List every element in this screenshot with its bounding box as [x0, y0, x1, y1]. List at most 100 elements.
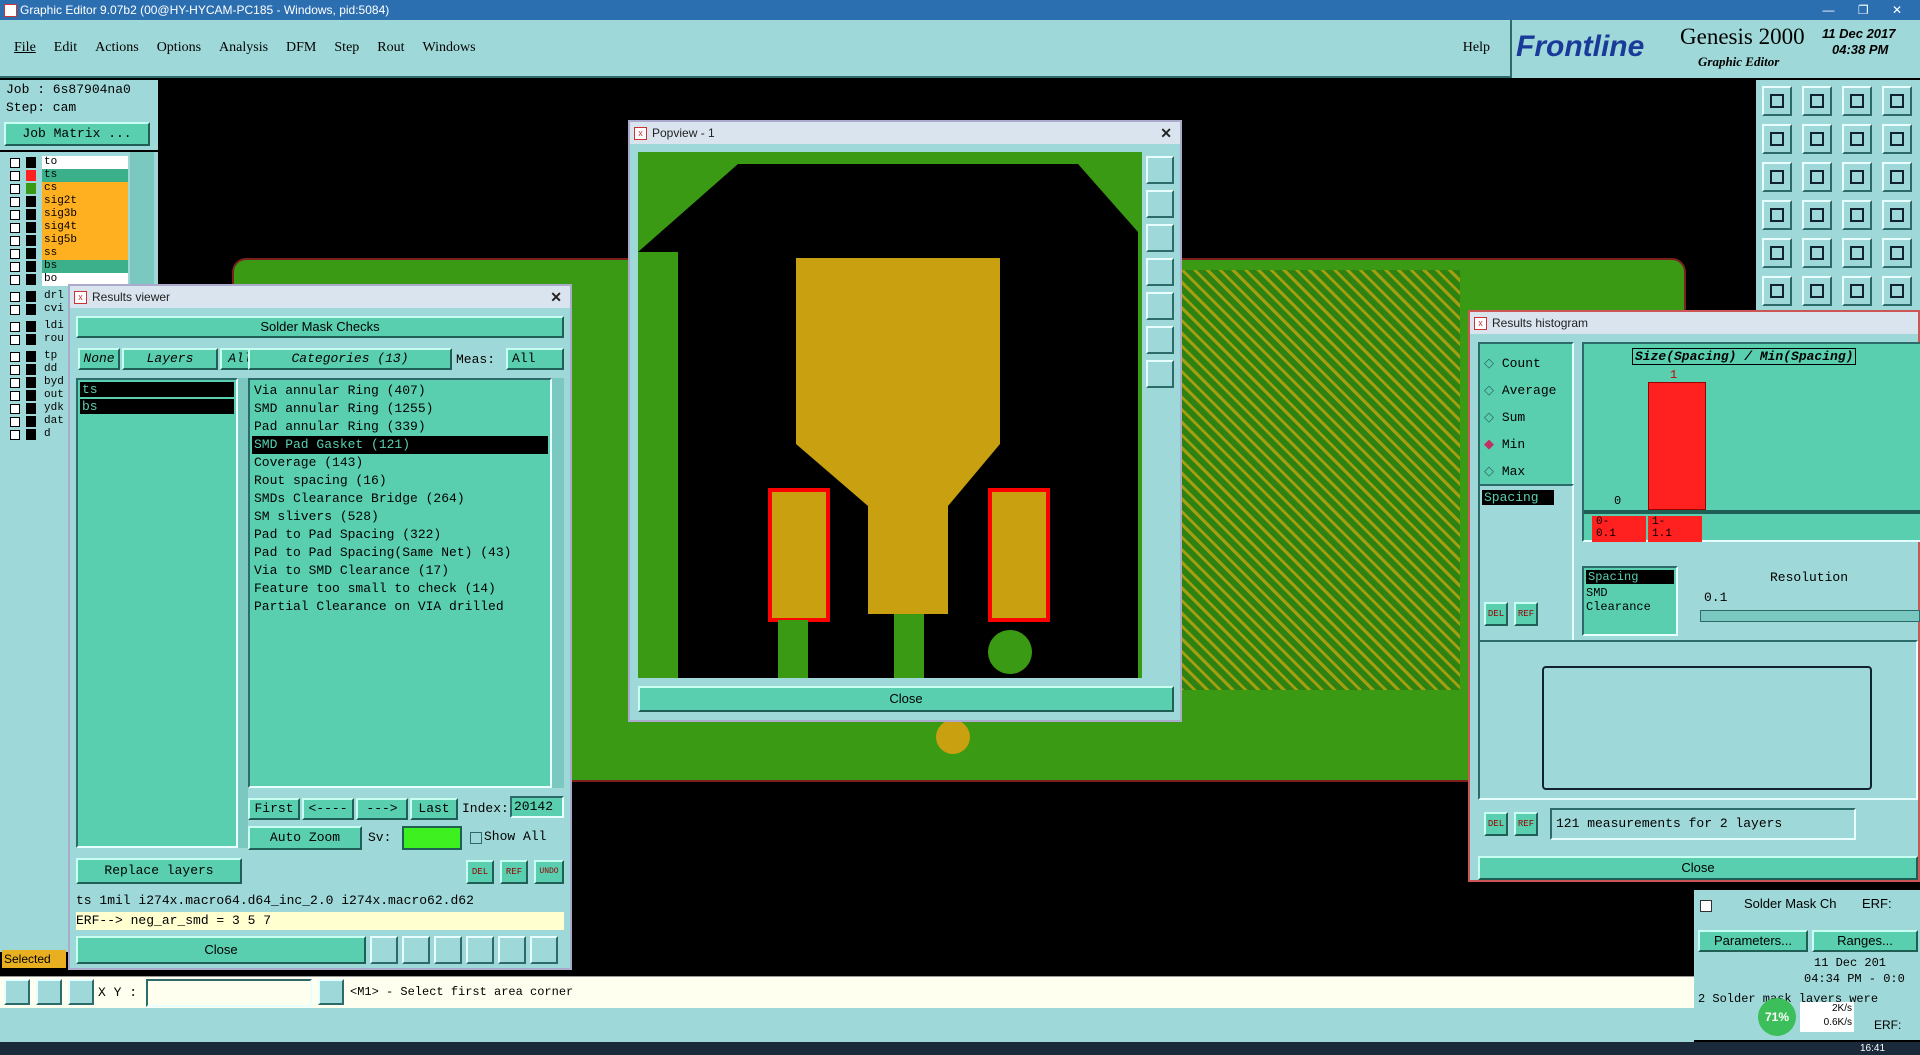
category-item[interactable]: Pad annular Ring (339) — [252, 418, 548, 436]
popview-close-icon[interactable]: ✕ — [1160, 122, 1172, 144]
tool-button-icon[interactable] — [1842, 124, 1872, 154]
categories-button[interactable]: Categories (13) — [248, 348, 452, 370]
xy-input[interactable] — [146, 979, 312, 1007]
type-clearance[interactable]: Clearance — [1584, 600, 1676, 614]
category-item[interactable]: Rout spacing (16) — [252, 472, 548, 490]
index-field[interactable]: 20142 — [510, 796, 564, 818]
layer-checkbox[interactable] — [10, 352, 20, 362]
layer-result-bs[interactable]: bs — [80, 399, 234, 414]
category-list[interactable]: Via annular Ring (407) SMD annular Ring (… — [248, 378, 552, 788]
next-button[interactable]: ---> — [356, 798, 408, 820]
sv-color-select[interactable] — [402, 826, 462, 850]
layer-label[interactable]: ts — [42, 169, 128, 182]
layer-label[interactable]: sig2t — [42, 195, 128, 208]
tool-button-icon[interactable] — [1802, 162, 1832, 192]
category-item[interactable]: SM slivers (528) — [252, 508, 548, 526]
layer-checkbox[interactable] — [10, 171, 20, 181]
layer-label[interactable]: sig4t — [42, 221, 128, 234]
zoom-icon[interactable] — [4, 979, 30, 1005]
ref-button[interactable]: REF — [500, 860, 528, 884]
popview-tool-icon[interactable] — [1146, 360, 1174, 388]
histogram-option-count[interactable]: ◇ Count — [1484, 350, 1568, 377]
tool-button-icon[interactable] — [1882, 276, 1912, 306]
tool-button-icon[interactable] — [1802, 200, 1832, 230]
tool-button-icon[interactable] — [1882, 238, 1912, 268]
category-item[interactable]: Via annular Ring (407) — [252, 382, 548, 400]
layer-row-ts[interactable]: ts — [4, 169, 128, 182]
bin-0[interactable]: 0- 0.1 — [1592, 516, 1646, 542]
category-item[interactable]: SMDs Clearance Bridge (264) — [252, 490, 548, 508]
tool-button-icon[interactable] — [1882, 200, 1912, 230]
layer-label[interactable]: sig5b — [42, 234, 128, 247]
layer-results-list[interactable]: ts bs — [76, 378, 238, 848]
layer-label[interactable]: ss — [42, 247, 128, 260]
resolution-value[interactable]: 0.1 — [1704, 590, 1727, 605]
layer-results-scrollbar[interactable] — [238, 378, 248, 848]
popview-tool-icon[interactable] — [1146, 258, 1174, 286]
layer-checkbox[interactable] — [10, 365, 20, 375]
menu-edit[interactable]: Edit — [54, 40, 77, 56]
show-all-checkbox[interactable] — [470, 832, 482, 844]
menu-help[interactable]: Help — [1463, 40, 1490, 56]
layer-label[interactable]: sig3b — [42, 208, 128, 221]
popview-tool-icon[interactable] — [1146, 224, 1174, 252]
bin-1[interactable]: 1- 1.1 — [1648, 516, 1702, 542]
popview-tool-icon[interactable] — [1146, 156, 1174, 184]
layer-checkbox[interactable] — [10, 292, 20, 302]
histogram-option-average[interactable]: ◇ Average — [1484, 377, 1568, 404]
tool-button-icon[interactable] — [1762, 124, 1792, 154]
category-item[interactable]: SMD Pad Gasket (121) — [252, 436, 548, 454]
results-action-icon[interactable] — [370, 936, 398, 964]
results-action-icon[interactable] — [466, 936, 494, 964]
layer-row-bs[interactable]: bs — [4, 260, 128, 273]
tool-button-icon[interactable] — [1882, 124, 1912, 154]
popview-titlebar[interactable]: x Popview - 1 ✕ — [630, 122, 1180, 144]
hist-ref-button-2[interactable]: REF — [1514, 812, 1538, 836]
tool-button-icon[interactable] — [1882, 162, 1912, 192]
category-scrollbar[interactable] — [552, 378, 564, 788]
menu-step[interactable]: Step — [334, 40, 359, 56]
tool-button-icon[interactable] — [1802, 238, 1832, 268]
tool-button-icon[interactable] — [1842, 200, 1872, 230]
tool-button-icon[interactable] — [1842, 238, 1872, 268]
layer-checkbox[interactable] — [10, 391, 20, 401]
menu-actions[interactable]: Actions — [95, 40, 139, 56]
layer-label[interactable]: cs — [42, 182, 128, 195]
results-action-icon[interactable] — [498, 936, 526, 964]
tool-button-icon[interactable] — [1762, 162, 1792, 192]
layer-checkbox[interactable] — [10, 249, 20, 259]
popview-tool-icon[interactable] — [1146, 326, 1174, 354]
histogram-option-min[interactable]: ◆ Min — [1484, 431, 1568, 458]
layer-checkbox[interactable] — [10, 417, 20, 427]
measure-icon[interactable] — [36, 979, 62, 1005]
results-action-icon[interactable] — [402, 936, 430, 964]
layer-checkbox[interactable] — [10, 404, 20, 414]
category-item[interactable]: Pad to Pad Spacing(Same Net) (43) — [252, 544, 548, 562]
grid-icon[interactable] — [68, 979, 94, 1005]
layer-checkbox[interactable] — [10, 335, 20, 345]
layer-checkbox[interactable] — [10, 197, 20, 207]
undo-button[interactable]: UNDO — [534, 860, 564, 884]
tool-button-icon[interactable] — [1842, 86, 1872, 116]
type-spacing[interactable]: Spacing — [1586, 570, 1674, 584]
type-list[interactable]: Spacing SMD Clearance — [1582, 566, 1678, 636]
layer-result-ts[interactable]: ts — [80, 382, 234, 397]
category-item[interactable]: Pad to Pad Spacing (322) — [252, 526, 548, 544]
tool-button-icon[interactable] — [1842, 162, 1872, 192]
hist-del-button[interactable]: DEL — [1484, 602, 1508, 626]
tool-button-icon[interactable] — [1802, 276, 1832, 306]
tool-button-icon[interactable] — [1762, 200, 1792, 230]
popview-canvas[interactable] — [638, 152, 1142, 678]
histogram-close-button[interactable]: Close — [1478, 856, 1918, 880]
menu-file[interactable]: File — [14, 40, 36, 56]
category-item[interactable]: Partial Clearance on VIA drilled — [252, 598, 548, 616]
histogram-option-sum[interactable]: ◇ Sum — [1484, 404, 1568, 431]
side-check-box[interactable] — [1700, 900, 1712, 912]
layer-checkbox[interactable] — [10, 236, 20, 246]
meas-select[interactable]: All — [506, 348, 564, 370]
tool-button-icon[interactable] — [1802, 86, 1832, 116]
tool-button-icon[interactable] — [1762, 238, 1792, 268]
hist-ref-button[interactable]: REF — [1514, 602, 1538, 626]
layer-row-sig3b[interactable]: sig3b — [4, 208, 128, 221]
hist-del-button-2[interactable]: DEL — [1484, 812, 1508, 836]
